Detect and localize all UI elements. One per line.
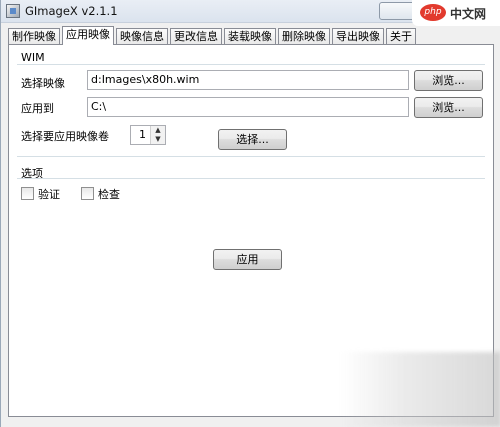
image-path-input[interactable]: d:Images\x80h.wim: [87, 70, 409, 90]
check-label: 检查: [98, 188, 120, 201]
tab-delete-image[interactable]: 删除映像: [278, 28, 330, 45]
browse-image-button[interactable]: 浏览...: [414, 70, 483, 91]
tab-mount-image[interactable]: 装载映像: [224, 28, 276, 45]
blurred-corner: [341, 352, 500, 427]
apply-to-label: 应用到: [21, 102, 54, 115]
window-title: GImageX v2.1.1: [25, 4, 118, 18]
watermark: php 中文网: [412, 0, 500, 26]
tab-image-info[interactable]: 映像信息: [116, 28, 168, 45]
check-checkbox[interactable]: [81, 187, 94, 200]
verify-label: 验证: [38, 188, 60, 201]
browse-target-button[interactable]: 浏览...: [414, 97, 483, 118]
section-divider: [17, 156, 485, 157]
tab-bar: 制作映像 应用映像 映像信息 更改信息 装载映像 删除映像 导出映像 关于: [8, 26, 418, 45]
choose-volume-button[interactable]: 选择...: [218, 129, 287, 150]
watermark-logo: php: [420, 4, 446, 21]
tab-about[interactable]: 关于: [386, 28, 416, 45]
wim-divider: [17, 64, 485, 65]
spin-down-icon[interactable]: ▼: [151, 135, 165, 144]
select-image-label: 选择映像: [21, 77, 65, 90]
wim-group-label: WIM: [21, 51, 45, 64]
tab-export-image[interactable]: 导出映像: [332, 28, 384, 45]
volume-label: 选择要应用映像卷: [21, 130, 109, 143]
apply-to-input[interactable]: C:\: [87, 97, 409, 117]
options-divider: [17, 178, 485, 179]
tab-change-info[interactable]: 更改信息: [170, 28, 222, 45]
verify-checkbox[interactable]: [21, 187, 34, 200]
main-window: GImageX v2.1.1 php 中文网 制作映像 应用映像 映像信息 更改…: [0, 0, 500, 427]
watermark-text: 中文网: [450, 7, 487, 21]
window-controls[interactable]: [379, 2, 415, 20]
app-icon: [6, 4, 20, 18]
volume-spinner[interactable]: 1 ▲ ▼: [130, 125, 166, 145]
spinner-buttons: ▲ ▼: [150, 126, 165, 144]
tab-apply-image[interactable]: 应用映像: [62, 26, 114, 45]
volume-value: 1: [139, 128, 146, 141]
apply-button[interactable]: 应用: [213, 249, 282, 270]
tab-create-image[interactable]: 制作映像: [8, 28, 60, 45]
